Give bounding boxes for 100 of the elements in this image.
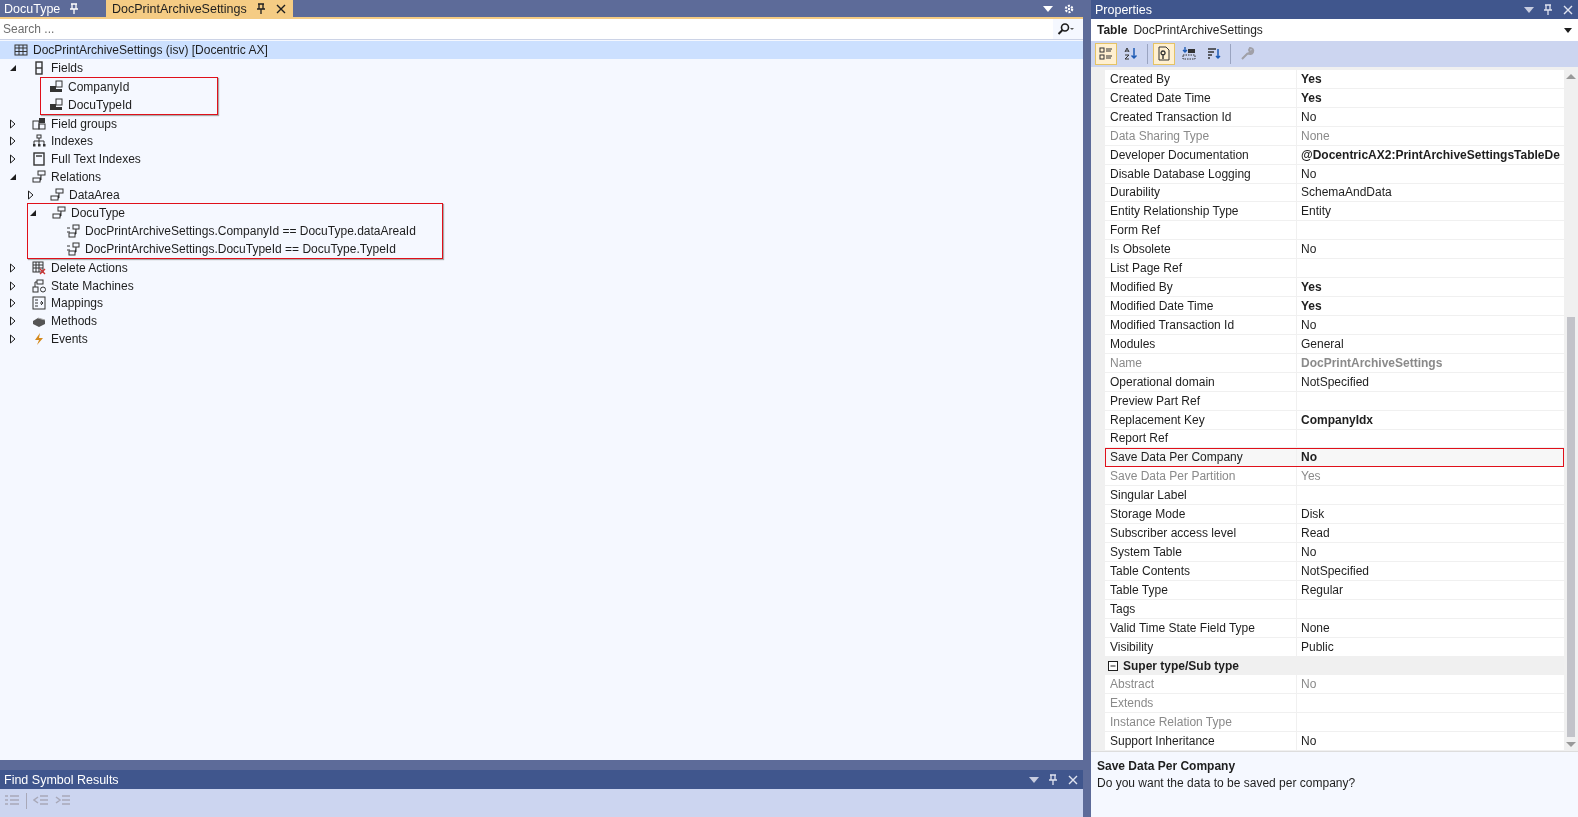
- property-name[interactable]: System Table: [1110, 545, 1182, 559]
- property-value[interactable]: No: [1301, 317, 1317, 332]
- collapsed-arrow-icon[interactable]: [8, 154, 18, 165]
- list-arrow-icon: [1181, 46, 1197, 62]
- pin-icon[interactable]: [1047, 773, 1059, 786]
- property-name[interactable]: Table Type: [1110, 582, 1168, 597]
- property-value[interactable]: No: [1301, 166, 1317, 181]
- tree-item[interactable]: DocPrintArchiveSettings (isv) [Docentric AX]: [33, 42, 268, 57]
- property-name[interactable]: Report Ref: [1110, 431, 1169, 446]
- pin-icon[interactable]: [1542, 3, 1554, 16]
- property-name[interactable]: Replacement Key: [1110, 412, 1205, 427]
- property-value[interactable]: No: [1301, 734, 1317, 749]
- categorized-button[interactable]: [1095, 43, 1117, 65]
- property-value[interactable]: No: [1301, 242, 1317, 257]
- property-value[interactable]: NotSpecified: [1301, 374, 1370, 389]
- property-value[interactable]: Read: [1301, 526, 1330, 541]
- scrollbar-thumb[interactable]: [1567, 317, 1575, 737]
- collapsed-arrow-icon[interactable]: [8, 280, 18, 291]
- property-name[interactable]: Visibility: [1110, 639, 1154, 654]
- search-field[interactable]: Search ...: [0, 19, 1053, 39]
- property-value[interactable]: Public: [1301, 639, 1334, 654]
- property-name[interactable]: Save Data Per Company: [1110, 450, 1243, 465]
- property-name[interactable]: Support Inheritance: [1110, 734, 1215, 749]
- property-name[interactable]: List Page Ref: [1110, 261, 1183, 276]
- property-name[interactable]: Modified Date Time: [1110, 299, 1214, 313]
- document-icon: [32, 152, 46, 167]
- close-icon[interactable]: [1067, 773, 1079, 786]
- property-name[interactable]: Singular Label: [1110, 488, 1187, 503]
- tree-item[interactable]: Fields: [51, 60, 83, 75]
- tree-item[interactable]: Delete Actions: [51, 260, 128, 275]
- property-name[interactable]: Created By: [1110, 71, 1171, 86]
- property-name[interactable]: Tags: [1110, 601, 1136, 616]
- property-name[interactable]: Is Obsolete: [1110, 242, 1171, 257]
- property-name[interactable]: Operational domain: [1110, 374, 1215, 389]
- tree-item[interactable]: DocPrintArchiveSettings.DocuTypeId == DocuType.TypeId: [85, 241, 396, 256]
- collapse-icon[interactable]: [1108, 661, 1118, 672]
- wrench-icon: [1239, 46, 1255, 62]
- pin-icon[interactable]: [254, 2, 267, 15]
- tree-item[interactable]: Indexes: [51, 134, 94, 149]
- property-value[interactable]: No: [1301, 545, 1317, 559]
- tree-item[interactable]: DocPrintArchiveSettings.CompanyId == DocuType.dataAreaId: [85, 223, 416, 238]
- collapsed-arrow-icon[interactable]: [8, 262, 18, 273]
- expanded-arrow-icon[interactable]: [8, 172, 18, 183]
- tree-item[interactable]: Full Text Indexes: [51, 152, 141, 167]
- tree-item[interactable]: Mappings: [51, 296, 104, 311]
- pin-icon[interactable]: [68, 2, 81, 15]
- property-name[interactable]: Disable Database Logging: [1110, 166, 1251, 181]
- property-value[interactable]: NotSpecified: [1301, 563, 1370, 578]
- collapsed-arrow-icon[interactable]: [8, 298, 18, 309]
- property-value[interactable]: Yes: [1301, 280, 1322, 295]
- property-value[interactable]: @DocentricAX2:PrintArchiveSettingsTableDe: [1301, 147, 1560, 162]
- collapsed-arrow-icon[interactable]: [8, 316, 18, 327]
- tree-item[interactable]: Field groups: [51, 116, 118, 131]
- property-value[interactable]: Disk: [1301, 507, 1325, 522]
- property-value[interactable]: SchemaAndData: [1301, 185, 1392, 200]
- editor-tab[interactable]: DocPrintArchiveSettings: [106, 0, 293, 17]
- tree-item[interactable]: CompanyId: [68, 79, 130, 94]
- property-value[interactable]: CompanyIdx: [1301, 412, 1373, 427]
- tree-item[interactable]: Methods: [51, 314, 98, 329]
- property-name[interactable]: Subscriber access level: [1110, 526, 1237, 541]
- sort-icon: [1206, 46, 1222, 62]
- collapsed-arrow-icon[interactable]: [8, 136, 18, 147]
- property-value[interactable]: No: [1301, 450, 1317, 465]
- dropdown-icon[interactable]: [1564, 27, 1572, 33]
- property-value[interactable]: General: [1301, 336, 1344, 351]
- tree-item[interactable]: DocuType: [71, 205, 126, 220]
- property-value[interactable]: Yes: [1301, 299, 1322, 313]
- tree-item[interactable]: Events: [51, 332, 88, 347]
- property-value[interactable]: Yes: [1301, 90, 1322, 105]
- property-name[interactable]: Preview Part Ref: [1110, 393, 1201, 408]
- property-name[interactable]: Valid Time State Field Type: [1110, 620, 1255, 635]
- property-value[interactable]: Entity: [1301, 204, 1331, 219]
- tree-item[interactable]: State Machines: [51, 278, 134, 293]
- property-name[interactable]: Table Contents: [1110, 563, 1191, 578]
- object-selector[interactable]: Table DocPrintArchiveSettings: [1091, 19, 1578, 41]
- property-value[interactable]: Yes: [1301, 71, 1322, 86]
- collapsed-arrow-icon[interactable]: [8, 334, 18, 345]
- tree-item[interactable]: DataArea: [69, 188, 120, 203]
- property-name[interactable]: Developer Documentation: [1110, 147, 1249, 162]
- collapsed-arrow-icon[interactable]: [26, 190, 36, 201]
- property-name[interactable]: Entity Relationship Type: [1110, 204, 1239, 219]
- tree-item[interactable]: Relations: [51, 170, 102, 185]
- property-name[interactable]: Form Ref: [1110, 223, 1160, 238]
- property-value[interactable]: None: [1301, 620, 1330, 635]
- property-name[interactable]: Storage Mode: [1110, 507, 1186, 522]
- property-name[interactable]: Modified By: [1110, 280, 1173, 295]
- tree-item[interactable]: DocuTypeId: [68, 97, 133, 112]
- property-name[interactable]: Durability: [1110, 185, 1160, 200]
- property-value[interactable]: No: [1301, 109, 1317, 124]
- close-icon[interactable]: [1562, 3, 1574, 16]
- field-icon: [49, 79, 63, 94]
- property-name[interactable]: Created Transaction Id: [1110, 109, 1232, 124]
- gear-icon[interactable]: [1063, 2, 1075, 15]
- property-value[interactable]: Regular: [1301, 582, 1344, 597]
- collapsed-arrow-icon[interactable]: [8, 118, 18, 129]
- property-name[interactable]: Created Date Time: [1110, 90, 1211, 105]
- property-page-button[interactable]: [1153, 43, 1175, 65]
- property-name[interactable]: Modified Transaction Id: [1110, 317, 1235, 332]
- property-name[interactable]: Modules: [1110, 336, 1156, 351]
- close-icon[interactable]: [274, 2, 287, 15]
